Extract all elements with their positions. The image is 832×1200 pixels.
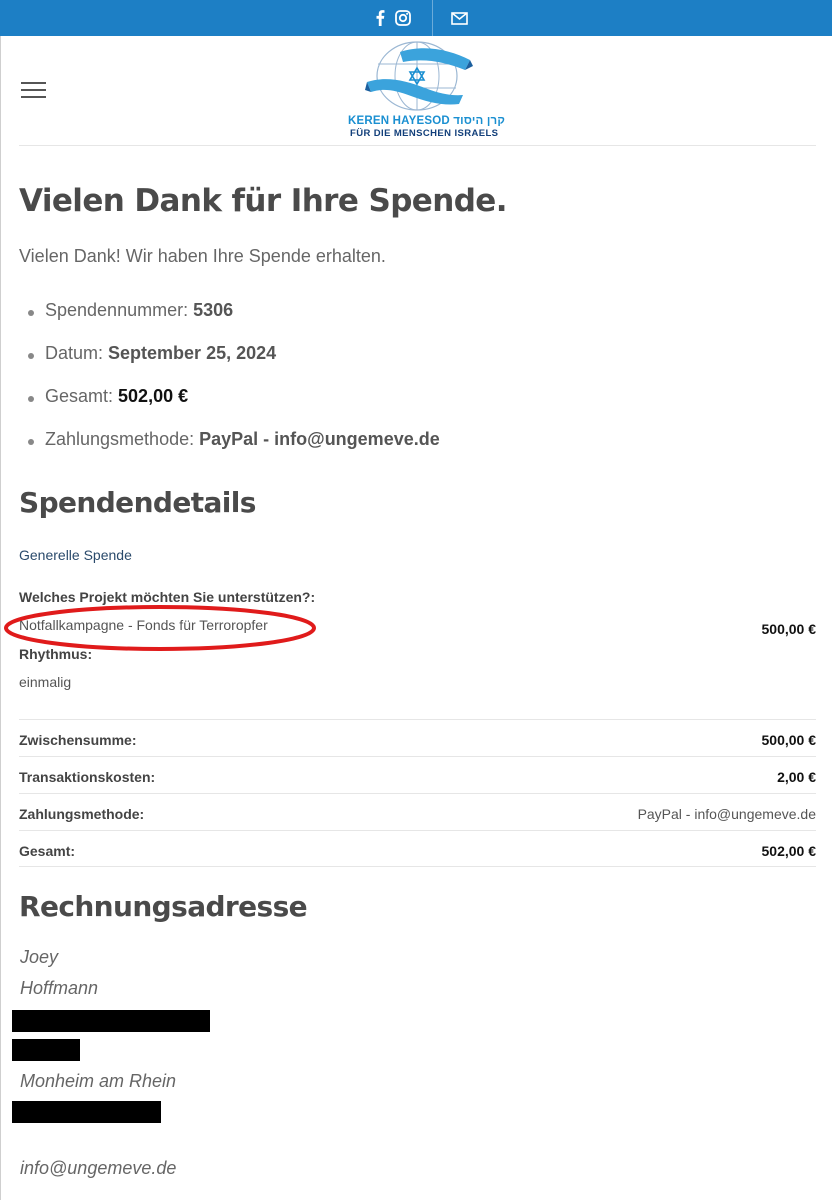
thank-you-message: Vielen Dank! Wir haben Ihre Spende erhal…: [19, 246, 386, 266]
topbar-divider: [432, 0, 433, 36]
billing-city: Monheim am Rhein: [20, 1071, 177, 1091]
facebook-icon[interactable]: [370, 8, 390, 28]
instagram-icon[interactable]: [393, 8, 413, 28]
totals-table: Zwischensumme: 500,00 € Transaktionskost…: [19, 719, 816, 867]
project-value: Notfallkampagne - Fonds für Terroropfer: [19, 617, 268, 633]
mail-icon[interactable]: [449, 8, 469, 28]
donation-item-link[interactable]: Generelle Spende: [19, 547, 132, 563]
menu-hamburger-icon[interactable]: [21, 82, 46, 100]
billing-last-name: Hoffmann: [20, 978, 99, 998]
billing-address-heading: Rechnungsadresse: [19, 890, 308, 923]
summary-payment-method: Zahlungsmethode: PayPal - info@ungemeve.…: [25, 429, 440, 472]
redacted-postcode: [12, 1039, 80, 1061]
logo-wordmark: KEREN HAYESOD קרן היסוד: [348, 115, 506, 127]
redacted-phone: [12, 1101, 161, 1123]
project-question-label: Welches Projekt möchten Sie unterstützen…: [19, 589, 316, 605]
donation-summary-list: Spendennummer: 5306 Datum: September 25,…: [25, 300, 440, 472]
summary-date: Datum: September 25, 2024: [25, 343, 440, 386]
billing-first-name: Joey: [20, 947, 59, 967]
totals-row-fees: Transaktionskosten: 2,00 €: [19, 756, 816, 793]
totals-row-payment-method: Zahlungsmethode: PayPal - info@ungemeve.…: [19, 793, 816, 830]
line-item-total: 500,00 €: [761, 621, 817, 637]
totals-row-subtotal: Zwischensumme: 500,00 €: [19, 719, 816, 756]
page-border: [0, 36, 1, 1200]
totals-row-total: Gesamt: 502,00 €: [19, 830, 816, 867]
logo-tagline: FÜR DIE MENSCHEN ISRAELS: [350, 128, 499, 139]
top-bar: [0, 0, 832, 36]
summary-donation-number: Spendennummer: 5306: [25, 300, 440, 343]
rhythm-value: einmalig: [19, 674, 72, 690]
summary-total: Gesamt: 502,00 €: [25, 386, 440, 429]
header-divider: [19, 145, 816, 146]
donation-details-heading: Spendendetails: [19, 486, 256, 519]
billing-email: info@ungemeve.de: [20, 1158, 177, 1178]
page-title: Vielen Dank für Ihre Spende.: [19, 183, 507, 219]
rhythm-label: Rhythmus:: [19, 646, 93, 662]
redacted-street: [12, 1010, 210, 1032]
